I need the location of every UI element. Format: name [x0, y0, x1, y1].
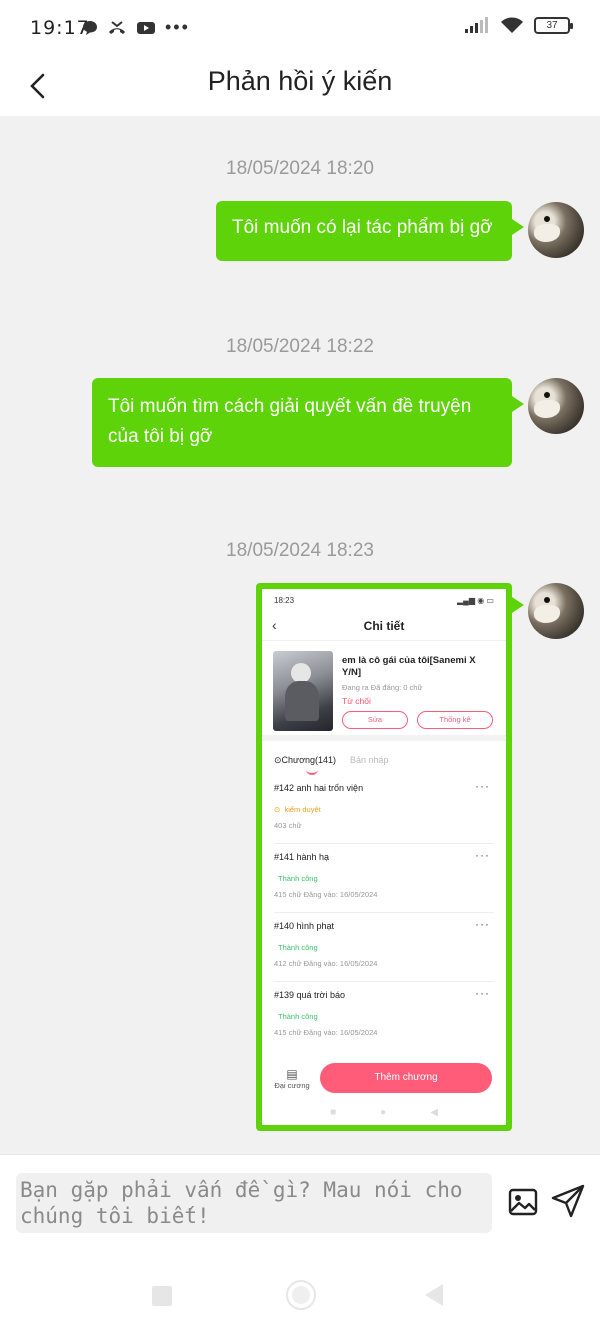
shot-bottom-bar: ▤ Đại cương Thêm chương: [262, 1063, 506, 1099]
chat-thread[interactable]: 18/05/2024 18:20 Tôi muốn có lại tác phẩ…: [0, 116, 600, 1154]
message-timestamp: 18/05/2024 18:23: [226, 540, 374, 561]
message-input[interactable]: [16, 1173, 492, 1233]
message-text: Tôi muốn tìm cách giải quyết vấn đề truy…: [108, 396, 472, 447]
shot-status-icons: ▂▄▆ ◉ ▭: [457, 595, 494, 605]
chapter-status-label: kiểm duyệt: [284, 805, 321, 814]
chapter-title: #140 hình phạt: [274, 921, 335, 931]
chapter-title: #142 anh hai trốn viện: [274, 783, 364, 793]
image-message[interactable]: 18:23 ▂▄▆ ◉ ▭ ‹ Chi tiết em là cô gái củ…: [256, 583, 524, 1131]
shot-tab-drafts: Bản nháp: [350, 755, 389, 765]
battery-indicator: 37: [534, 16, 573, 34]
book-title: em là cô gái của tôi[Sanemi X Y/N]: [342, 655, 476, 678]
chapter-status: Thành công: [278, 1012, 318, 1021]
app-header: Phản hồi ý kiến: [0, 56, 600, 116]
book-status: Từ chối: [342, 696, 371, 706]
shot-back-icon: ‹: [272, 617, 277, 633]
more-icon: ···: [475, 848, 490, 862]
system-icons: 37: [464, 16, 573, 34]
shot-outline: ▤ Đại cương: [272, 1067, 312, 1090]
attach-image-button[interactable]: [506, 1185, 540, 1219]
more-icon: ···: [475, 779, 490, 793]
status-bar: 19:17 ••• 37: [0, 0, 600, 56]
send-icon: [551, 1184, 585, 1218]
chapter-row: #140 hình phạt ··· Thành công 412 chữ Đă…: [274, 913, 494, 982]
shot-add-chapter-button: Thêm chương: [320, 1063, 492, 1093]
chapter-meta: 412 chữ Đăng vào: 16/05/2024: [274, 959, 378, 968]
shot-tab-chapters-label: Chương(141): [281, 755, 336, 765]
signal-icon: [465, 17, 488, 33]
shot-tab-chapters: ⊙Chương(141): [274, 755, 336, 775]
message-bubble[interactable]: Tôi muốn có lại tác phẩm bị gỡ: [216, 201, 524, 261]
chapter-status: Thành công: [278, 943, 318, 952]
outline-icon: ▤: [286, 1067, 298, 1081]
chapter-row: #142 anh hai trốn viện ··· ⊙ kiểm duyệt …: [274, 775, 494, 844]
more-icon: ···: [475, 986, 490, 1000]
more-notifications-icon: •••: [165, 17, 190, 37]
shot-stats-button: Thống kê: [417, 711, 493, 729]
attached-screenshot: 18:23 ▂▄▆ ◉ ▭ ‹ Chi tiết em là cô gái củ…: [262, 589, 506, 1125]
chapter-status: Thành công: [278, 874, 318, 883]
notification-icons: •••: [82, 17, 190, 38]
shot-header: ‹ Chi tiết: [262, 611, 506, 641]
message-timestamp: 18/05/2024 18:22: [226, 336, 374, 357]
book-cover-image: [273, 651, 333, 731]
system-navigation-bar: [0, 1246, 600, 1333]
send-button[interactable]: [550, 1183, 586, 1219]
shot-title: Chi tiết: [363, 619, 405, 633]
avatar[interactable]: [528, 583, 584, 639]
avatar[interactable]: [528, 202, 584, 258]
recent-apps-button[interactable]: [152, 1286, 172, 1306]
chapter-row: #141 hành hạ ··· Thành công 415 chữ Đăng…: [274, 844, 494, 913]
shot-edit-button: Sửa: [342, 711, 408, 729]
missed-call-icon: [109, 20, 125, 34]
chat-bubble-icon: [83, 20, 97, 35]
image-icon: [508, 1188, 538, 1216]
chapter-meta: 415 chữ Đăng vào: 16/05/2024: [274, 890, 378, 899]
chapter-meta: 403 chữ: [274, 821, 302, 830]
chapter-row: #139 quá trời báo ··· Thành công 415 chữ…: [274, 982, 494, 1051]
home-button[interactable]: [286, 1280, 316, 1310]
message-timestamp: 18/05/2024 18:20: [226, 158, 374, 179]
status-time: 19:17: [30, 17, 90, 39]
page-title: Phản hồi ý kiến: [207, 66, 393, 96]
outline-label: Đại cương: [274, 1081, 310, 1090]
shot-tabs: ⊙Chương(141) Bản nháp: [262, 741, 506, 775]
chapter-title: #141 hành hạ: [274, 852, 330, 862]
message-bubble[interactable]: Tôi muốn tìm cách giải quyết vấn đề truy…: [92, 378, 524, 467]
shot-book-card: em là cô gái của tôi[Sanemi X Y/N] Đang …: [262, 641, 506, 741]
shot-status-bar: 18:23 ▂▄▆ ◉ ▭: [262, 589, 506, 611]
book-meta: Đang ra Đã đăng: 0 chữ: [342, 683, 423, 692]
avatar[interactable]: [528, 378, 584, 434]
chapter-title: #139 quá trời báo: [274, 990, 345, 1000]
shot-system-nav: ■ ● ◀: [330, 1106, 438, 1118]
message-input-bar: [0, 1154, 600, 1246]
wifi-icon: [501, 17, 523, 33]
chapter-status: ⊙ kiểm duyệt: [274, 805, 321, 814]
youtube-icon: [137, 21, 155, 34]
message-text: Tôi muốn có lại tác phẩm bị gỡ: [232, 217, 493, 238]
shot-status-time: 18:23: [274, 595, 295, 605]
system-back-button[interactable]: [425, 1284, 443, 1306]
chapter-meta: 415 chữ Đăng vào: 16/05/2024: [274, 1028, 378, 1037]
more-icon: ···: [475, 917, 490, 931]
